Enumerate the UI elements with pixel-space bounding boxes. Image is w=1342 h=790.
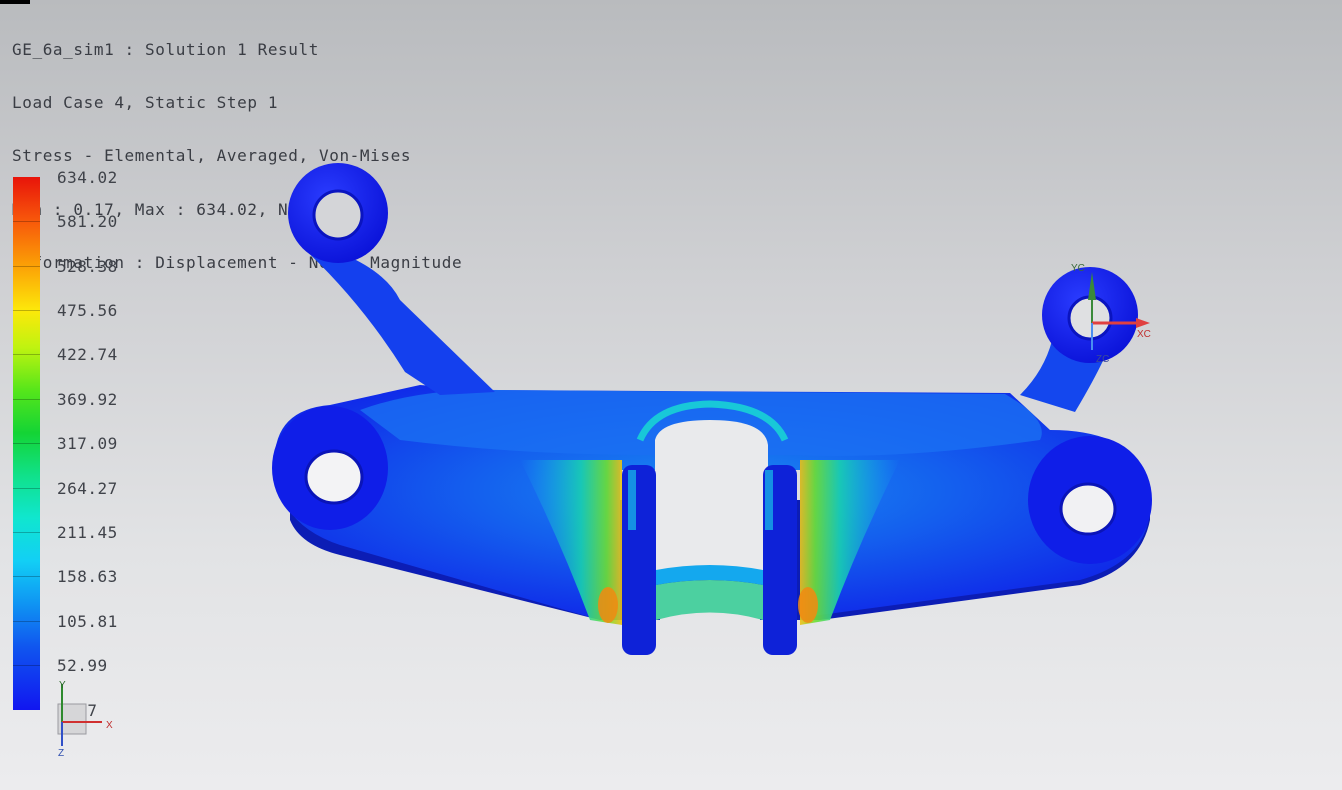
wcs-x-label: XC [1137, 329, 1151, 340]
stress-hotspot-left [598, 587, 618, 623]
fea-model-viewport[interactable]: YC XC ZC [0, 0, 1342, 790]
abs-x-label: X [106, 720, 113, 731]
clevis-lug-right-edge [765, 470, 773, 530]
clevis-lug-left [622, 465, 656, 655]
wcs-z-label: ZC [1096, 354, 1109, 365]
left-upper-lug-hole [312, 189, 364, 241]
clevis-window [655, 420, 768, 570]
right-boss-hole [1059, 482, 1117, 536]
absolute-csys-triad: Y X Z [57, 680, 113, 758]
clevis-inner-surface [656, 580, 763, 620]
right-upper-lug-hole [1067, 295, 1113, 341]
abs-y-label: Y [59, 680, 66, 691]
bracket-left-arm [300, 240, 495, 395]
wcs-x-axis-arrow [1136, 318, 1150, 328]
left-boss-hole [304, 449, 364, 505]
wcs-y-label: YC [1071, 263, 1085, 274]
stress-hotspot-right [798, 587, 818, 623]
clevis-lug-left-edge [628, 470, 636, 530]
abs-z-label: Z [58, 748, 64, 758]
